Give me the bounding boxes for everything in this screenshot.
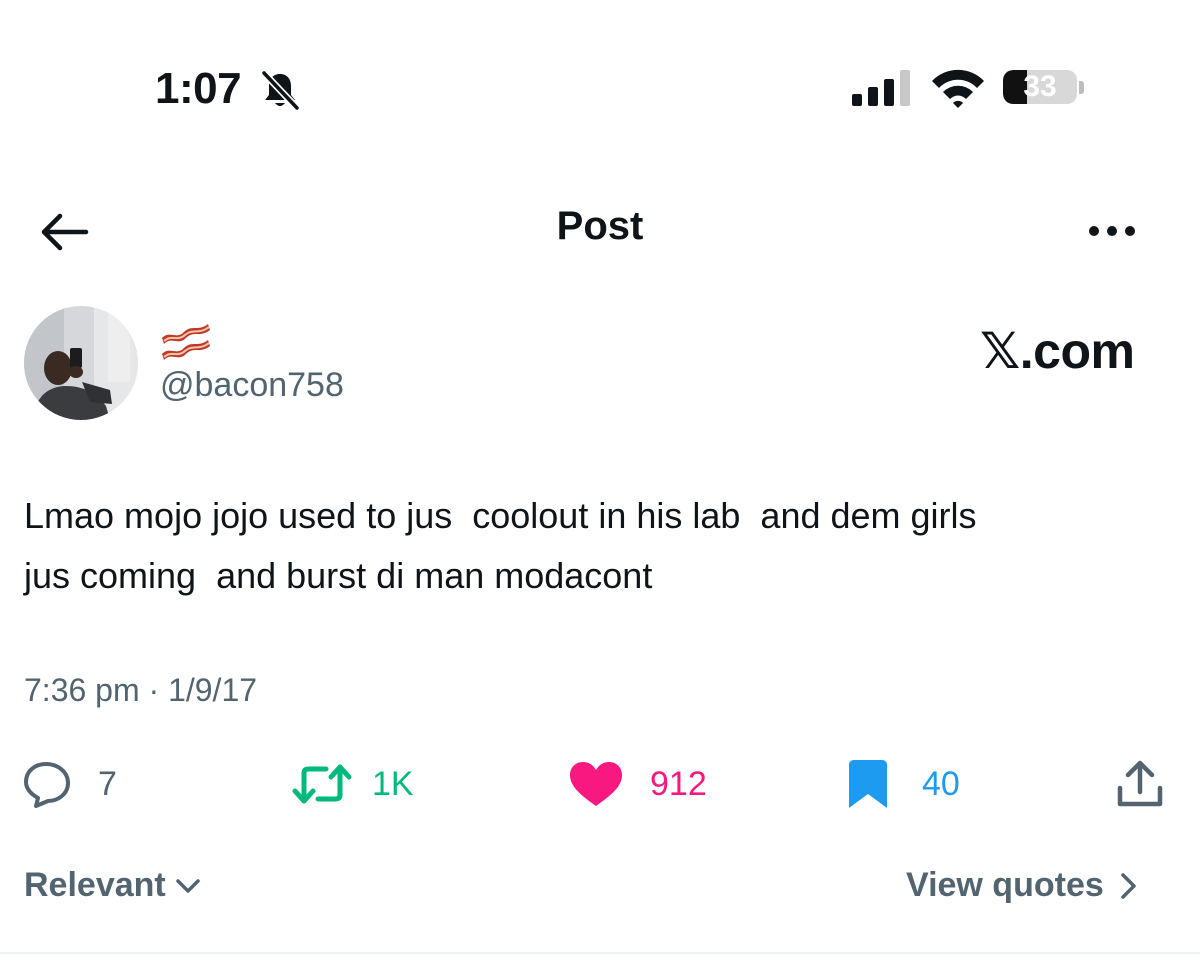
battery-level-text: 33 — [1023, 70, 1057, 103]
reply-icon — [24, 762, 70, 808]
sort-relevant-button[interactable]: Relevant — [24, 866, 202, 905]
tweet-text: Lmao mojo jojo used to jus coolout in hi… — [24, 495, 977, 596]
share-icon — [1117, 760, 1163, 807]
bacon-emoji-icon — [162, 324, 210, 360]
view-quotes-label: View quotes — [906, 866, 1104, 904]
bookmark-count: 40 — [922, 764, 960, 803]
sort-label: Relevant — [24, 866, 166, 904]
status-time: 1:07 — [155, 64, 242, 113]
wifi-icon — [932, 69, 984, 108]
battery-tip — [1079, 81, 1084, 94]
bell-muted-icon — [260, 69, 301, 112]
x-com-watermark: 𝕏.com — [980, 323, 1135, 379]
reply-button[interactable]: 7 — [22, 758, 117, 810]
back-arrow-icon[interactable] — [36, 206, 92, 258]
heart-icon — [570, 762, 622, 806]
divider — [0, 952, 1200, 954]
avatar[interactable] — [24, 306, 138, 420]
chevron-right-icon — [1121, 872, 1136, 899]
repost-button[interactable]: 1K — [292, 758, 414, 810]
chevron-down-icon — [175, 878, 200, 893]
more-options-icon[interactable] — [1080, 216, 1144, 246]
repost-icon — [292, 764, 352, 804]
view-quotes-button[interactable]: View quotes — [906, 866, 1140, 905]
tweet-timestamp[interactable]: 7:36 pm · 1/9/17 — [24, 672, 257, 709]
signal-icon — [852, 70, 910, 106]
like-count: 912 — [650, 764, 707, 803]
repost-count: 1K — [372, 764, 414, 803]
bookmark-button[interactable]: 40 — [844, 758, 960, 810]
author-handle[interactable]: @bacon758 — [160, 366, 344, 405]
like-button[interactable]: 912 — [568, 758, 707, 810]
share-button[interactable] — [1112, 758, 1168, 810]
battery-icon: 33 — [1003, 70, 1077, 104]
bookmark-icon — [849, 760, 887, 808]
reply-count: 7 — [98, 764, 117, 803]
page-title: Post — [556, 204, 644, 248]
